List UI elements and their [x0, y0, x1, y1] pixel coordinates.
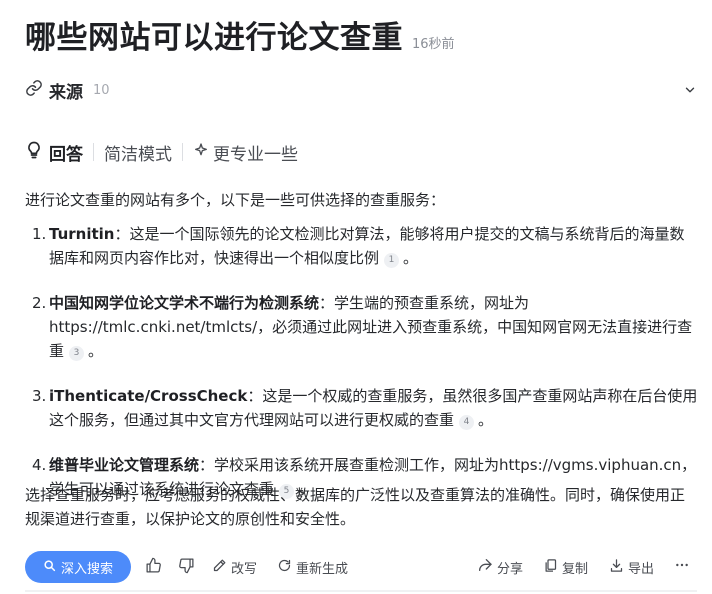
item-text: ：这是一个国际领先的论文检测比对算法，能够将用户提交的文稿与系统背后的海量数据库…: [49, 225, 685, 267]
action-bar: 深入搜索 改写 重新生成 分享 复制 导出: [25, 551, 697, 583]
deep-search-label: 深入搜索: [60, 561, 113, 577]
answer-mode-tabs: 回答 简洁模式 更专业一些: [24, 139, 298, 165]
sources-count: 10: [93, 82, 110, 98]
item-end: 。: [403, 249, 419, 267]
item-end: 。: [88, 342, 104, 360]
tab-concise-mode[interactable]: 简洁模式: [104, 140, 172, 165]
item-title: 中国知网学位论文学术不端行为检测系统: [49, 294, 320, 312]
thumbs-down-icon: [178, 557, 195, 578]
regenerate-label: 重新生成: [296, 561, 349, 577]
list-item-body: iThenticate/CrossCheck：这是一个权威的查重服务，虽然很多国…: [49, 384, 699, 432]
sources-label: 来源: [49, 82, 83, 103]
lightbulb-icon: [24, 140, 44, 164]
copy-label: 复制: [562, 561, 589, 577]
list-number: 2.: [32, 294, 47, 312]
like-button[interactable]: [145, 557, 162, 578]
list-item-body: 中国知网学位论文学术不端行为检测系统：学生端的预查重系统，网址为https://…: [49, 291, 699, 363]
citation-badge[interactable]: 3: [69, 345, 85, 361]
tab-divider: [93, 143, 94, 161]
share-icon: [477, 557, 493, 577]
sources-toggle[interactable]: 来源 10: [25, 78, 697, 103]
share-label: 分享: [497, 561, 524, 577]
timestamp: 16秒前: [412, 37, 455, 52]
answer-intro: 进行论文查重的网站有多个，以下是一些可供选择的查重服务：: [25, 191, 446, 209]
list-item-body: Turnitin：这是一个国际领先的论文检测比对算法，能够将用户提交的文稿与系统…: [49, 222, 699, 270]
citation-badge[interactable]: 1: [384, 252, 400, 268]
tab-divider: [182, 143, 183, 161]
pen-icon: [212, 558, 227, 577]
rewrite-button[interactable]: 改写: [212, 558, 258, 577]
share-button[interactable]: 分享: [477, 557, 524, 577]
tab-more-professional[interactable]: 更专业一些: [213, 140, 298, 165]
item-title: 维普毕业论文管理系统: [49, 456, 200, 474]
tab-answer[interactable]: 回答: [49, 140, 83, 165]
list-item: 3. iThenticate/CrossCheck：这是一个权威的查重服务，虽然…: [25, 384, 699, 432]
answer-list: 1. Turnitin：这是一个国际领先的论文检测比对算法，能够将用户提交的文稿…: [25, 222, 699, 522]
copy-icon: [543, 558, 558, 577]
list-item: 1. Turnitin：这是一个国际领先的论文检测比对算法，能够将用户提交的文稿…: [25, 222, 699, 270]
export-label: 导出: [628, 561, 655, 577]
search-icon: [43, 559, 56, 576]
item-title: iThenticate/CrossCheck: [49, 387, 248, 405]
rewrite-label: 改写: [231, 561, 258, 577]
citation-badge[interactable]: 4: [459, 414, 475, 430]
thumbs-up-icon: [145, 557, 162, 578]
refresh-icon: [277, 558, 292, 577]
export-button[interactable]: 导出: [609, 558, 655, 577]
more-button[interactable]: [674, 558, 690, 576]
list-number: 1.: [32, 225, 47, 243]
page-title: 哪些网站可以进行论文查重: [25, 20, 403, 56]
copy-button[interactable]: 复制: [543, 558, 589, 577]
export-icon: [609, 558, 624, 577]
regenerate-button[interactable]: 重新生成: [277, 558, 349, 577]
question-header: 哪些网站可以进行论文查重 16秒前: [25, 12, 455, 57]
section-divider: [25, 590, 697, 592]
chevron-down-icon[interactable]: [683, 82, 697, 101]
link-icon: [25, 79, 43, 101]
list-number: 3.: [32, 387, 47, 405]
item-end: 。: [478, 411, 494, 429]
sparkle-icon: [193, 142, 209, 162]
list-item: 2. 中国知网学位论文学术不端行为检测系统：学生端的预查重系统，网址为https…: [25, 291, 699, 363]
item-title: Turnitin: [49, 225, 115, 243]
answer-conclusion: 选择查重服务时，应考虑服务的权威性、数据库的广泛性以及查重算法的准确性。同时，确…: [25, 486, 686, 528]
deep-search-button[interactable]: 深入搜索: [25, 551, 131, 583]
dislike-button[interactable]: [178, 557, 195, 578]
more-icon: [674, 557, 690, 577]
